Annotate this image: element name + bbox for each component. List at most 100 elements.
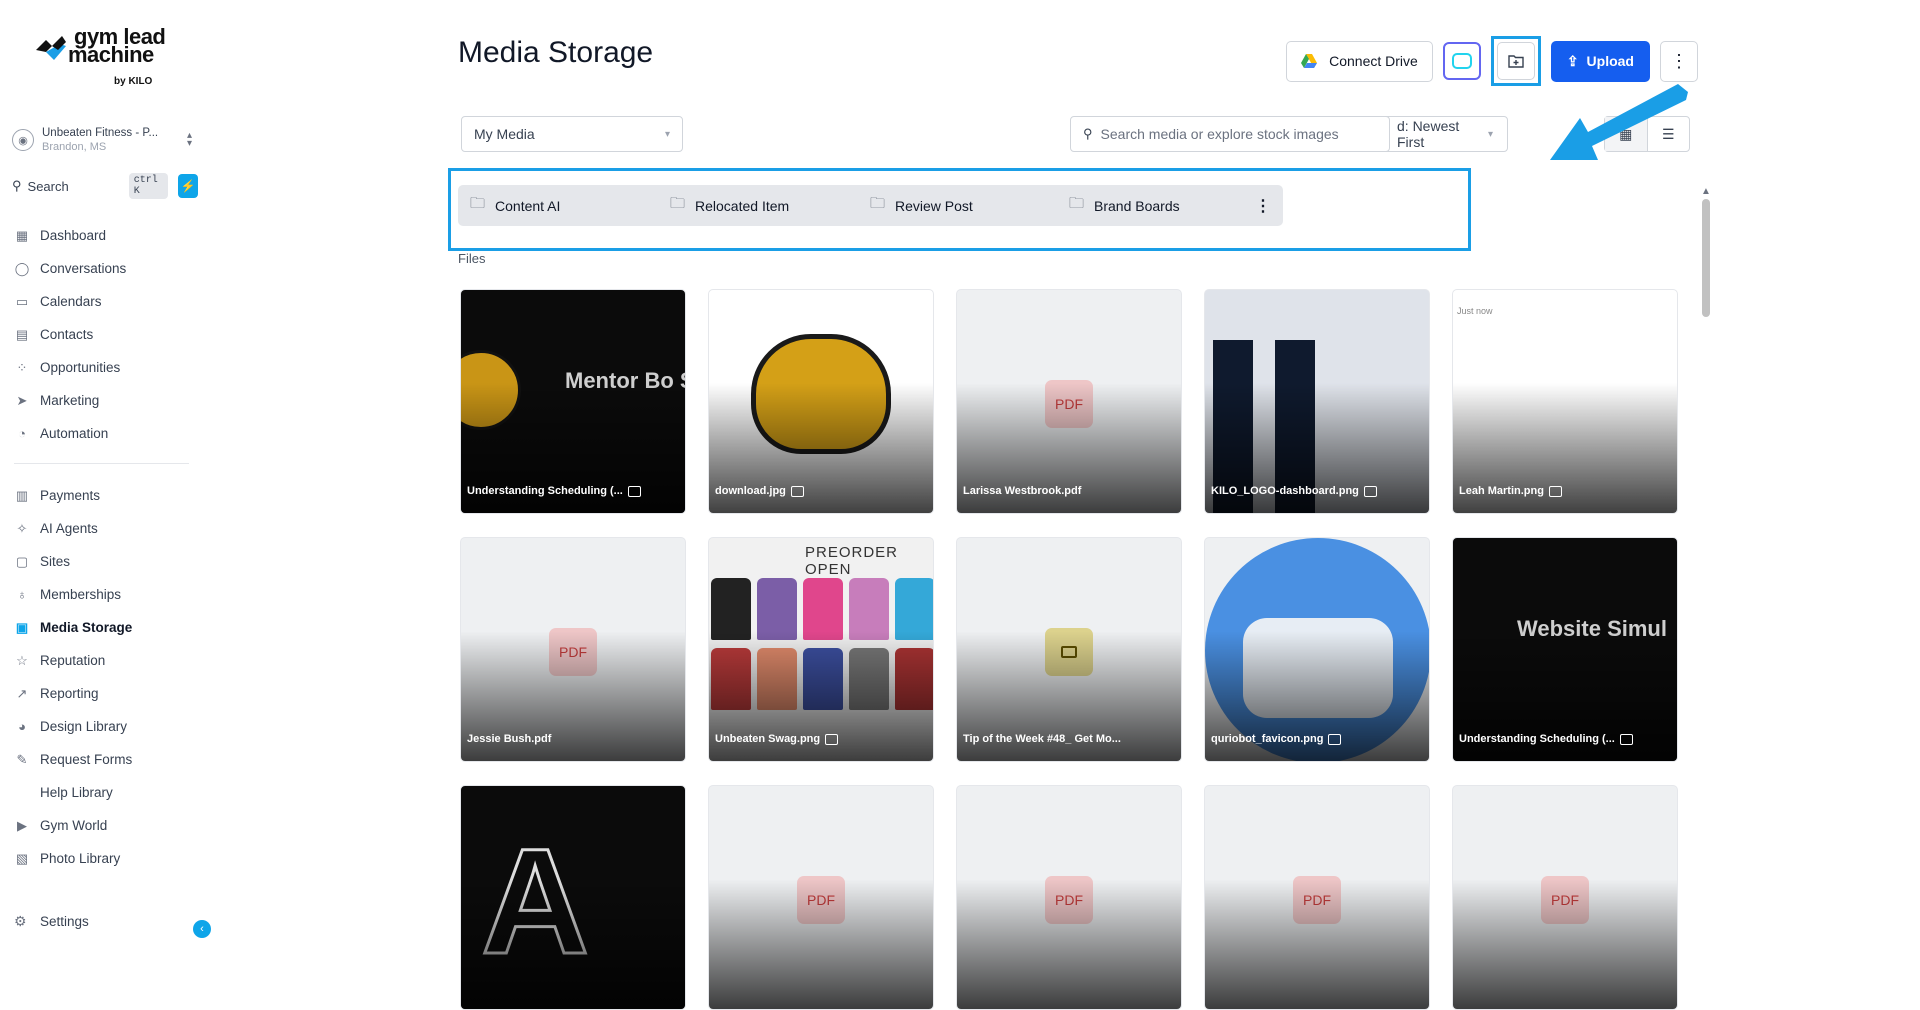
upload-button[interactable]: ⇪ Upload — [1550, 40, 1650, 82]
search-icon: ⚲ — [12, 178, 22, 193]
sidebar-item-label: Reputation — [40, 653, 106, 668]
account-switcher[interactable]: ◉ Unbeaten Fitness - P... Brandon, MS ▴ ▾ — [12, 122, 192, 158]
scrollbar[interactable]: ▲ — [1700, 186, 1712, 945]
opportunities-icon: ⁘ — [16, 359, 28, 375]
thumbnail-shade — [709, 879, 933, 1009]
ai-assistant-button[interactable] — [1442, 42, 1481, 80]
sidebar-item-label: Photo Library — [40, 851, 121, 866]
file-card[interactable]: PDF — [956, 785, 1182, 1010]
sidebar-item-label: Conversations — [40, 261, 127, 276]
file-card[interactable]: A — [460, 785, 686, 1010]
sidebar-item-media-storage[interactable]: ▣ Media Storage — [14, 611, 200, 644]
file-card[interactable]: PREORDER OPEN Unbeaten Swag.png — [708, 537, 934, 762]
sidebar-item-payments[interactable]: ▥ Payments — [14, 479, 200, 512]
file-card[interactable]: Tip of the Week #48_ Get Mo... — [956, 537, 1182, 762]
file-card[interactable]: PDF — [1204, 785, 1430, 1010]
upload-icon: ⇪ — [1566, 52, 1579, 69]
scrollbar-thumb[interactable] — [1702, 199, 1710, 317]
image-icon — [627, 485, 641, 497]
sidebar-item-marketing[interactable]: ➤ Marketing — [14, 384, 200, 417]
grid-icon: ▦ — [15, 227, 29, 243]
file-name: download.jpg — [715, 485, 804, 497]
main-content: Media Storage Connect Drive ⇪ Upload ⋮ M… — [448, 0, 1711, 1010]
thumbnail-text: Just now — [1457, 306, 1493, 316]
sort-select[interactable]: d: Newest First ▾ — [1378, 116, 1508, 152]
file-name-text: Understanding Scheduling (... — [1459, 733, 1615, 745]
image-icon — [1328, 733, 1342, 745]
payments-icon: ▥ — [15, 487, 29, 503]
sidebar-item-settings[interactable]: ⚙ Settings — [14, 913, 89, 930]
folder-menu-button[interactable]: ⋮ — [1255, 196, 1271, 216]
brand-logo[interactable]: gym lead machine by KILO — [32, 22, 172, 92]
file-card[interactable]: PDFLarissa Westbrook.pdf — [956, 289, 1182, 514]
sidebar-item-conversations[interactable]: ◯ Conversations — [14, 252, 200, 285]
search-icon: ⚲ — [1083, 126, 1093, 141]
nav-divider — [14, 463, 189, 464]
file-name-text: Jessie Bush.pdf — [467, 733, 552, 745]
folder-item[interactable]: 🗀Review Post⋮ — [858, 185, 1084, 226]
annotation-arrow-icon — [1550, 84, 1688, 160]
sidebar-item-sites[interactable]: ▢ Sites — [14, 545, 200, 578]
contacts-icon: ▤ — [15, 326, 29, 342]
sidebar-item-help-library[interactable]: Help Library — [14, 776, 200, 809]
file-card[interactable]: PDF — [1452, 785, 1678, 1010]
blank-icon — [14, 785, 30, 801]
collapse-sidebar-button[interactable]: ‹ — [193, 920, 211, 938]
sidebar-item-label: Contacts — [40, 327, 94, 342]
folder-item[interactable]: 🗀Content AI⋮ — [458, 185, 684, 226]
file-card[interactable]: quriobot_favicon.png — [1204, 537, 1430, 762]
file-card[interactable]: Just now Leah Martin.png — [1452, 289, 1678, 514]
quick-action-button[interactable]: ⚡ — [178, 174, 198, 198]
sidebar-item-label: Opportunities — [40, 360, 121, 375]
sidebar-item-reputation[interactable]: ☆ Reputation — [14, 644, 200, 677]
sidebar-item-label: Media Storage — [40, 620, 133, 635]
sidebar-item-ai-agents[interactable]: ✧ AI Agents — [14, 512, 200, 545]
sidebar-item-reporting[interactable]: ↗ Reporting — [14, 677, 200, 710]
sidebar-item-request-forms[interactable]: ✎ Request Forms — [14, 743, 200, 776]
sidebar-item-calendars[interactable]: ▭ Calendars — [14, 285, 200, 318]
sidebar-item-automation[interactable]: ◔ Automation — [14, 417, 200, 450]
palette-icon: ◕ — [18, 719, 26, 734]
file-card[interactable]: download.jpg — [708, 289, 934, 514]
folders-highlight: 🗀Content AI⋮🗀Relocated Item⋮🗀Review Post… — [448, 168, 1471, 251]
file-card[interactable]: KILO_LOGO-dashboard.png — [1204, 289, 1430, 514]
image-icon — [1548, 485, 1562, 497]
calendar-icon: ▭ — [15, 293, 29, 309]
folder-icon: 🗀 — [870, 195, 886, 212]
folder-icon: 🗀 — [470, 195, 486, 212]
folder-item[interactable]: 🗀Relocated Item⋮ — [658, 185, 884, 226]
folder-name: Review Post — [895, 197, 973, 214]
sidebar-item-label: Calendars — [40, 294, 102, 309]
file-card[interactable]: PDF — [708, 785, 934, 1010]
connect-drive-button[interactable]: Connect Drive — [1286, 40, 1433, 82]
file-name-text: Tip of the Week #48_ Get Mo... — [963, 733, 1121, 745]
chevron-updown-icon: ▴ ▾ — [186, 130, 192, 149]
file-name: quriobot_favicon.png — [1211, 733, 1342, 745]
account-name: Unbeaten Fitness - P... — [42, 127, 159, 139]
folder-item[interactable]: 🗀 Brand Boards ⋮ — [1057, 185, 1283, 226]
sidebar-item-dashboard[interactable]: ▦ Dashboard — [14, 219, 200, 252]
file-card[interactable]: PDFJessie Bush.pdf — [460, 537, 686, 762]
file-name: Unbeaten Swag.png — [715, 733, 839, 745]
sidebar-item-design-library[interactable]: ◕ Design Library — [14, 710, 200, 743]
sidebar-item-opportunities[interactable]: ⁘ Opportunities — [14, 351, 200, 384]
file-card[interactable]: Website Simul Understanding Scheduling (.… — [1452, 537, 1678, 762]
file-card[interactable]: Mentor Bo SimulationUnderstanding Schedu… — [460, 289, 686, 514]
media-filter-select[interactable]: My Media ▾ — [461, 116, 683, 152]
new-folder-button[interactable] — [1496, 42, 1535, 80]
sidebar-item-label: Payments — [40, 488, 101, 503]
sidebar-item-contacts[interactable]: ▤ Contacts — [14, 318, 200, 351]
chat-icon: ◯ — [14, 260, 30, 276]
more-options-button[interactable]: ⋮ — [1660, 40, 1698, 82]
file-name-text: download.jpg — [715, 485, 786, 497]
nav-secondary: ▥ Payments ✧ AI Agents ▢ Sites ♁ Memberships ▣ Me… — [14, 479, 200, 875]
sidebar-search[interactable]: ⚲ Search ctrl K ⚡ — [12, 173, 198, 199]
sidebar-item-gym-world[interactable]: ▶ Gym World — [14, 809, 200, 842]
trend-icon: ↗ — [16, 685, 28, 701]
sidebar-item-memberships[interactable]: ♁ Memberships — [14, 578, 200, 611]
settings-label: Settings — [40, 914, 89, 929]
file-name-text: Understanding Scheduling (... — [467, 485, 623, 497]
sidebar-item-photo-library[interactable]: ▧ Photo Library — [14, 842, 200, 875]
media-search-input[interactable]: ⚲ Search media or explore stock images — [1070, 116, 1390, 152]
folder-icon: 🗀 — [670, 195, 686, 212]
